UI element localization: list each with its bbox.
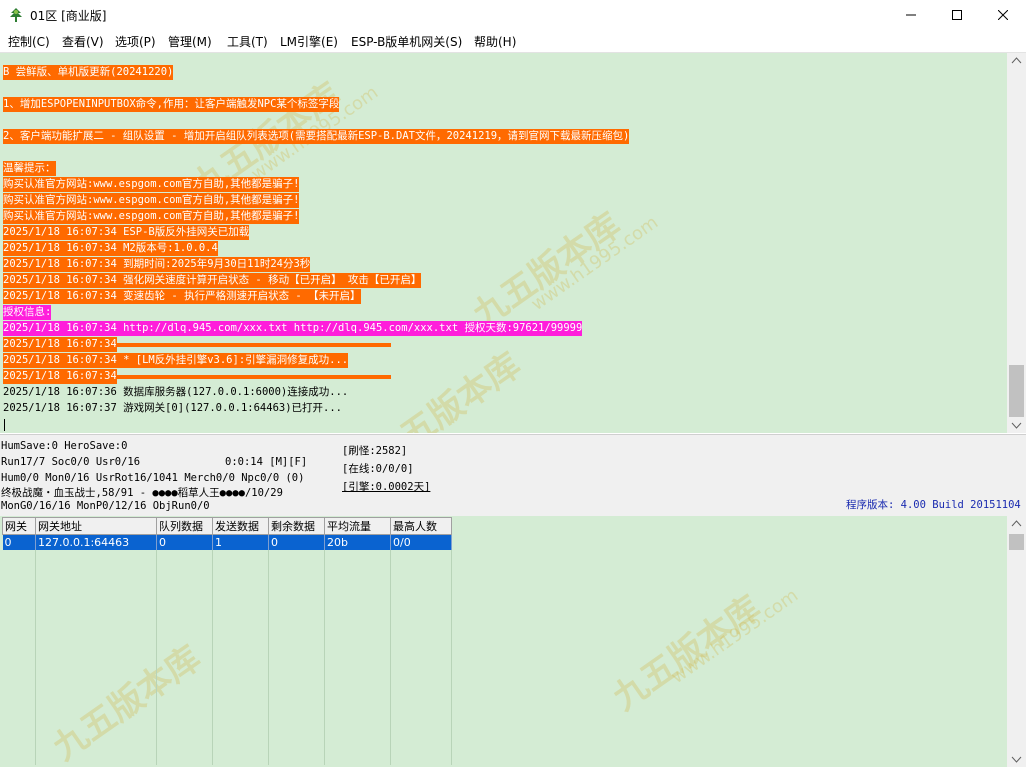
column-header[interactable]: 平均流量 (324, 517, 391, 535)
log-line: 2025/1/18 16:07:34 (3, 337, 117, 352)
grid-scrollbar[interactable] (1007, 516, 1026, 767)
log-line: 购买认准官方网站:www.espgom.com官方自助,其他都是骗子! (3, 177, 300, 192)
status-save: HumSave:0 HeroSave:0 (1, 440, 128, 452)
watermark-text: 九五版本库 (365, 345, 529, 433)
menu-view[interactable]: 查看(V) (62, 33, 104, 50)
status-mongen: MonG0/16/16 MonP0/12/16 ObjRun0/0 (1, 500, 210, 512)
scroll-down-icon[interactable] (1007, 417, 1026, 433)
column-header[interactable]: 剩余数据 (268, 517, 325, 535)
log-line: 1、增加ESPOPENINPUTBOX命令,作用：让客户端触发NPC某个标签字段 (3, 97, 340, 112)
grid-scroll-thumb[interactable] (1009, 534, 1024, 550)
table-cell: 0 (2, 534, 36, 550)
minimize-icon (906, 14, 916, 16)
status-counts: Hum0/0 Mon0/16 UsrRot16/1041 Merch0/0 Np… (1, 472, 305, 484)
scroll-up-icon[interactable] (1007, 53, 1026, 69)
gateway-grid-pane[interactable]: 九五版本库 www.h1995.com 九五版本库 网关 网关地址 队列数据 发… (0, 516, 1007, 769)
status-engine: [引擎:0.0002天] (342, 481, 431, 493)
menu-options[interactable]: 选项(P) (115, 33, 156, 50)
text-caret (4, 419, 5, 431)
log-line: 购买认准官方网站:www.espgom.com官方自助,其他都是骗子! (3, 209, 300, 224)
scroll-down-icon[interactable] (1007, 751, 1026, 767)
log-line: 2025/1/18 16:07:34 变速齿轮 - 执行严格测速开启状态 - 【… (3, 289, 361, 304)
log-line: 温馨提示： (3, 161, 56, 176)
log-line: 2025/1/18 16:07:37 游戏网关[0](127.0.0.1:644… (3, 402, 343, 414)
menu-tools[interactable]: 工具(T) (227, 33, 268, 50)
log-line: 2025/1/18 16:07:34 ESP-B版反外挂网关已加载 (3, 225, 250, 240)
close-icon (998, 10, 1008, 20)
log-line: 授权信息: (3, 305, 52, 320)
gateway-table[interactable]: 网关 网关地址 队列数据 发送数据 剩余数据 平均流量 最高人数 0 127.0… (2, 517, 452, 550)
watermark-url: www.h1995.com (527, 211, 663, 316)
maximize-button[interactable] (934, 0, 980, 30)
separator-bar (116, 343, 391, 347)
log-line: 2025/1/18 16:07:34 http://dlq.945.com/xx… (3, 321, 583, 336)
table-cell: 0/0 (390, 534, 452, 550)
log-scrollbar[interactable] (1007, 53, 1026, 433)
separator-bar (116, 375, 391, 379)
table-header-row: 网关 网关地址 队列数据 发送数据 剩余数据 平均流量 最高人数 (2, 517, 452, 535)
watermark-text: 九五版本库 (465, 205, 629, 336)
status-timer: 0:0:14 [M][F] (225, 456, 308, 468)
table-cell: 0 (156, 534, 213, 550)
menu-manage[interactable]: 管理(M) (168, 33, 212, 50)
log-line: 2025/1/18 16:07:34 到期时间:2025年9月30日11时24分… (3, 257, 311, 272)
close-button[interactable] (980, 0, 1026, 30)
table-row[interactable]: 0 127.0.0.1:64463 0 1 0 20b 0/0 (2, 534, 452, 550)
tree-app-icon (8, 7, 24, 23)
column-header[interactable]: 网关地址 (35, 517, 157, 535)
column-header[interactable]: 发送数据 (212, 517, 269, 535)
status-run: Run17/7 Soc0/0 Usr0/16 (1, 456, 141, 468)
status-online: [在线:0/0/0] (342, 463, 414, 475)
menu-help[interactable]: 帮助(H) (474, 33, 516, 50)
log-line: B 尝鲜版、单机版更新(20241220) (3, 65, 174, 80)
column-header[interactable]: 网关 (2, 517, 36, 535)
menu-control[interactable]: 控制(C) (8, 33, 50, 50)
menu-bar: 控制(C) 查看(V) 选项(P) 管理(M) 工具(T) LM引擎(E) ES… (0, 30, 1026, 53)
status-monster: 终极战魔・血玉战士,58/91 - ●●●●稻草人王●●●●/10/29 (1, 487, 283, 499)
log-line: 2、客户端功能扩展二 - 组队设置 - 增加开启组队列表选项(需要搭配最新ESP… (3, 129, 630, 144)
log-line: 2025/1/18 16:07:34 * [LM反外挂引擎v3.6]:引擎漏洞修… (3, 353, 349, 368)
status-refresh: [刷怪:2582] (342, 445, 408, 457)
menu-esp-gateway[interactable]: ESP-B版单机网关(S) (351, 33, 462, 50)
watermark-text: 九五版本库 (605, 588, 769, 719)
minimize-button[interactable] (888, 0, 934, 30)
log-scroll-thumb[interactable] (1009, 365, 1024, 417)
log-pane[interactable]: 九五版本库 www.h1995.com 九五版本库 www.h1995.com … (0, 53, 1007, 433)
log-line: 2025/1/18 16:07:34 强化网关速度计算开启状态 - 移动【已开启… (3, 273, 422, 288)
log-line: 2025/1/18 16:07:34 M2版本号:1.0.0.4 (3, 241, 218, 256)
table-cell: 20b (324, 534, 391, 550)
watermark-url: www.h1995.com (667, 584, 803, 689)
log-line: 购买认准官方网站:www.espgom.com官方自助,其他都是骗子! (3, 193, 300, 208)
scroll-up-icon[interactable] (1007, 516, 1026, 532)
table-cell: 127.0.0.1:64463 (35, 534, 157, 550)
column-header[interactable]: 最高人数 (390, 517, 452, 535)
title-bar[interactable]: 01区 [商业版] (0, 0, 1026, 30)
status-pane: HumSave:0 HeroSave:0 Run17/7 Soc0/0 Usr0… (0, 434, 1026, 517)
program-version: 程序版本: 4.00 Build 20151104 (846, 499, 1021, 511)
log-line: 2025/1/18 16:07:34 (3, 369, 117, 384)
table-cell: 0 (268, 534, 325, 550)
table-cell: 1 (212, 534, 269, 550)
column-header[interactable]: 队列数据 (156, 517, 213, 535)
window-title: 01区 [商业版] (30, 9, 107, 23)
log-line: 2025/1/18 16:07:36 数据库服务器(127.0.0.1:6000… (3, 386, 349, 398)
maximize-icon (952, 10, 962, 20)
grid-column-lines (2, 550, 452, 765)
menu-lm-engine[interactable]: LM引擎(E) (280, 33, 338, 50)
